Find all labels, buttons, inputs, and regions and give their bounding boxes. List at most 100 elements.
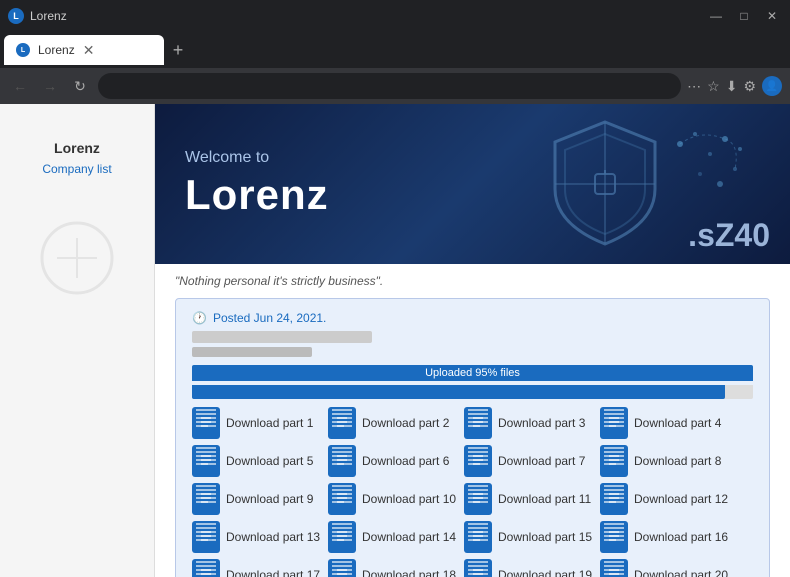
quote-text: "Nothing personal it's strictly business… [175, 274, 770, 288]
content-area: "Nothing personal it's strictly business… [155, 264, 790, 577]
doc-icon [464, 445, 492, 477]
download-label: Download part 19 [498, 568, 592, 577]
tab-favicon: L [16, 43, 30, 57]
download-label: Download part 10 [362, 492, 456, 506]
clock-icon: 🕐 [192, 311, 207, 325]
download-item[interactable]: Download part 9 [192, 483, 322, 515]
doc-icon [192, 559, 220, 577]
address-bar: ← → ↻ ⋯ ☆ ⬇ ⚙ 👤 [0, 68, 790, 104]
download-item[interactable]: Download part 16 [600, 521, 730, 553]
settings-icon[interactable]: ⚙ [743, 78, 756, 95]
toolbar-right: ⋯ ☆ ⬇ ⚙ 👤 [687, 76, 782, 96]
back-button[interactable]: ← [8, 78, 32, 94]
victim-detail [192, 347, 312, 357]
download-item[interactable]: Download part 19 [464, 559, 594, 577]
active-tab[interactable]: L Lorenz ✕ [4, 35, 164, 65]
forward-button[interactable]: → [38, 78, 62, 94]
download-label: Download part 3 [498, 416, 585, 430]
company-list-link[interactable]: Company list [10, 160, 144, 178]
download-item[interactable]: Download part 8 [600, 445, 730, 477]
download-item[interactable]: Download part 7 [464, 445, 594, 477]
doc-icon [192, 445, 220, 477]
download-label: Download part 14 [362, 530, 456, 544]
download-item[interactable]: Download part 4 [600, 407, 730, 439]
download-label: Download part 2 [362, 416, 449, 430]
more-options-icon[interactable]: ⋯ [687, 78, 701, 95]
download-label: Download part 8 [634, 454, 721, 468]
welcome-text: Welcome to [185, 149, 329, 167]
profile-icon[interactable]: 👤 [762, 76, 782, 96]
window-controls: — □ ✕ [706, 9, 782, 23]
download-item[interactable]: Download part 14 [328, 521, 458, 553]
victim-name [192, 331, 372, 343]
tab-title: Lorenz [38, 43, 75, 57]
sidebar-watermark [0, 218, 154, 303]
bookmark-icon[interactable]: ☆ [707, 78, 720, 95]
doc-icon [600, 559, 628, 577]
download-item[interactable]: Download part 2 [328, 407, 458, 439]
hero-banner: Welcome to Lorenz [155, 104, 790, 264]
download-item[interactable]: Download part 13 [192, 521, 322, 553]
doc-icon [192, 483, 220, 515]
download-label: Download part 4 [634, 416, 721, 430]
download-label: Download part 11 [498, 492, 591, 506]
download-label: Download part 18 [362, 568, 456, 577]
url-input[interactable] [98, 73, 681, 99]
download-item[interactable]: Download part 18 [328, 559, 458, 577]
upload-bar-label: Uploaded 95% files [192, 365, 753, 381]
posted-date: Posted Jun 24, 2021. [213, 311, 326, 325]
doc-icon [328, 407, 356, 439]
doc-icon [328, 445, 356, 477]
hero-text: Welcome to Lorenz [185, 149, 329, 219]
main-content: Welcome to Lorenz [155, 104, 790, 577]
download-item[interactable]: Download part 1 [192, 407, 322, 439]
victim-card: 🕐 Posted Jun 24, 2021. Uploaded 95% file… [175, 298, 770, 577]
download-label: Download part 20 [634, 568, 728, 577]
doc-icon [600, 521, 628, 553]
download-label: Download part 1 [226, 416, 313, 430]
download-item[interactable]: Download part 12 [600, 483, 730, 515]
download-item[interactable]: Download part 11 [464, 483, 594, 515]
doc-icon [464, 521, 492, 553]
hero-badge: .sZ40 [688, 217, 770, 254]
doc-icon [600, 407, 628, 439]
close-button[interactable]: ✕ [762, 9, 782, 23]
refresh-button[interactable]: ↻ [68, 78, 92, 95]
download-label: Download part 5 [226, 454, 313, 468]
doc-icon [328, 521, 356, 553]
download-label: Download part 12 [634, 492, 728, 506]
download-label: Download part 9 [226, 492, 313, 506]
victim-header: 🕐 Posted Jun 24, 2021. [192, 311, 753, 325]
doc-icon [192, 407, 220, 439]
download-item[interactable]: Download part 17 [192, 559, 322, 577]
download-item[interactable]: Download part 10 [328, 483, 458, 515]
doc-icon [464, 559, 492, 577]
download-item[interactable]: Download part 20 [600, 559, 730, 577]
minimize-button[interactable]: — [706, 9, 726, 23]
sidebar: Lorenz Company list [0, 104, 155, 577]
upload-bar-fill [192, 385, 725, 399]
title-bar: L Lorenz — □ ✕ [0, 0, 790, 32]
download-label: Download part 7 [498, 454, 585, 468]
new-tab-button[interactable]: + [164, 36, 192, 64]
download-item[interactable]: Download part 6 [328, 445, 458, 477]
download-icon[interactable]: ⬇ [726, 78, 738, 95]
browser-chrome: L Lorenz — □ ✕ L Lorenz ✕ + ← → ↻ ⋯ ☆ ⬇ [0, 0, 790, 104]
tab-bar: L Lorenz ✕ + [0, 32, 790, 68]
download-label: Download part 15 [498, 530, 592, 544]
doc-icon [464, 483, 492, 515]
hero-shield-icon [540, 114, 670, 259]
download-item[interactable]: Download part 15 [464, 521, 594, 553]
download-item[interactable]: Download part 5 [192, 445, 322, 477]
doc-icon [192, 521, 220, 553]
maximize-button[interactable]: □ [734, 9, 754, 23]
upload-bar-container: Uploaded 95% files [192, 365, 753, 399]
window-title: Lorenz [30, 9, 67, 23]
tab-close-button[interactable]: ✕ [83, 42, 95, 59]
download-label: Download part 17 [226, 568, 320, 577]
download-label: Download part 16 [634, 530, 728, 544]
doc-icon [328, 559, 356, 577]
browser-favicon: L [8, 8, 24, 24]
download-label: Download part 6 [362, 454, 449, 468]
download-item[interactable]: Download part 3 [464, 407, 594, 439]
